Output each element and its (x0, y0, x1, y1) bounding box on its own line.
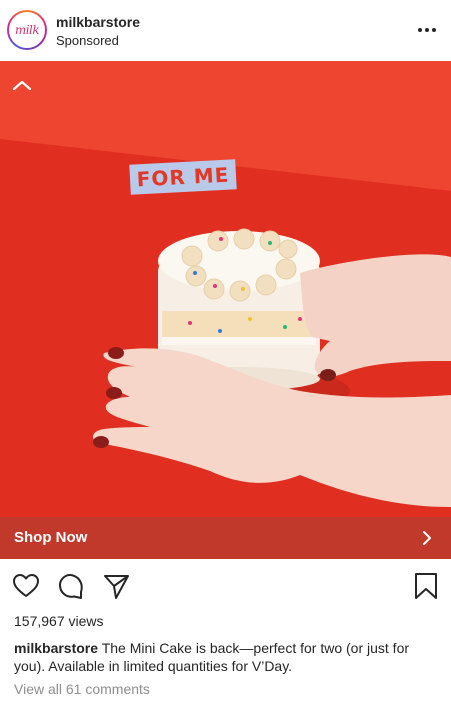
for-me-sticker: FOR ME (129, 159, 237, 195)
more-dots-icon[interactable] (415, 18, 439, 42)
shop-now-button[interactable]: Shop Now (0, 517, 451, 559)
avatar-logo: milk (9, 12, 45, 48)
heart-icon[interactable] (12, 572, 40, 600)
cake-photo (0, 61, 451, 517)
post-header: milk milkbarstore Sponsored (0, 0, 451, 61)
comment-icon[interactable] (57, 572, 85, 600)
view-comments-link[interactable]: View all 61 comments (14, 681, 150, 697)
avatar-logo-text: milk (14, 23, 40, 37)
post-username[interactable]: milkbarstore (56, 14, 140, 30)
post-image[interactable]: FOR ME (0, 61, 451, 517)
post-actions (0, 559, 451, 611)
sticker-text: FOR ME (136, 162, 230, 192)
post-caption: milkbarstore The Mini Cake is back—perfe… (14, 639, 434, 675)
chevron-right-icon (417, 528, 437, 548)
caption-username[interactable]: milkbarstore (14, 640, 98, 656)
avatar[interactable]: milk (7, 10, 47, 50)
sponsored-label: Sponsored (56, 33, 119, 48)
views-count: 157,967 views (14, 613, 104, 629)
share-icon[interactable] (102, 572, 130, 600)
bookmark-icon[interactable] (412, 572, 440, 600)
chevron-up-icon[interactable] (10, 73, 34, 97)
shop-now-label: Shop Now (14, 529, 88, 546)
